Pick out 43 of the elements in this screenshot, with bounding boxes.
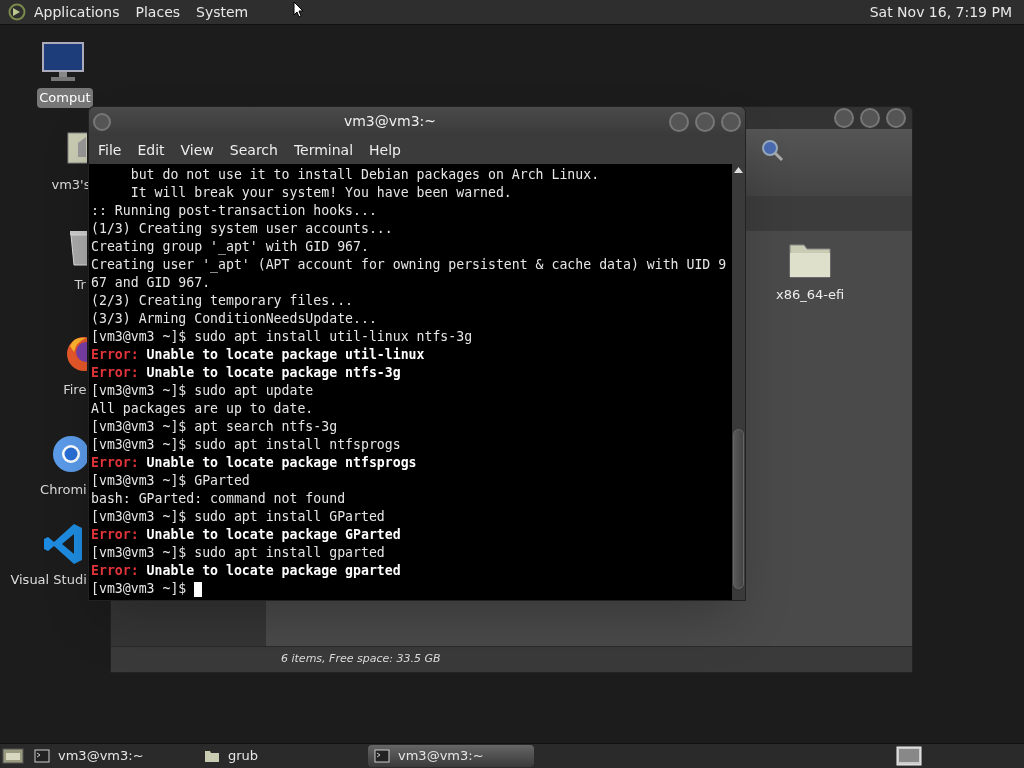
error-line: Error: Unable to locate package ntfsprogs: [91, 455, 417, 470]
menu-item[interactable]: Terminal: [286, 139, 361, 161]
window-title: vm3@vm3:~: [342, 112, 438, 131]
error-line: Error: Unable to locate package ntfs-3g: [91, 365, 401, 380]
error-line: Error: Unable to locate package util-linux: [91, 347, 425, 362]
terminal-line: [vm3@vm3 ~]$ sudo apt install util-linux ntfs-3g: [91, 329, 473, 344]
terminal-line: 67 and GID 967.: [91, 275, 211, 290]
terminal-line: [vm3@vm3 ~]$ apt search ntfs-3g: [91, 419, 338, 434]
terminal-line: It will break your system! You have been warned.: [129, 185, 512, 200]
icon-label[interactable]: Tr: [72, 275, 88, 295]
menu-item[interactable]: Help: [362, 139, 408, 161]
error-line: Error: Unable to locate package GParted: [91, 527, 401, 542]
terminal-line: [vm3@vm3 ~]$ sudo apt install ntfsprogs: [91, 437, 401, 452]
error-line: Error: Unable to locate package gparted: [91, 563, 401, 578]
menu-item[interactable]: Edit: [130, 139, 172, 161]
taskbar-button[interactable]: vm3@vm3:~: [368, 745, 534, 767]
terminal-line: [vm3@vm3 ~]$ sudo apt install GParted: [91, 509, 385, 524]
terminal-line: (2/3) Creating temporary files...: [91, 293, 353, 308]
terminal-line: [vm3@vm3 ~]$ GParted: [91, 473, 250, 488]
terminal-line: (1/3) Creating system user accounts...: [91, 221, 393, 236]
terminal-line: Creating group '_apt' with GID 967.: [91, 239, 369, 254]
terminal-line: but do not use it to install Debian packages on Arch Linux.: [129, 167, 600, 182]
terminal-line: (3/3) Arming ConditionNeedsUpdate...: [91, 311, 377, 326]
menu-item[interactable]: Applications: [34, 1, 120, 23]
terminal-line: [vm3@vm3 ~]$ sudo apt install gparted: [91, 545, 385, 560]
clock[interactable]: Sat Nov 16, 7:19 PM: [869, 1, 1016, 23]
menu-item[interactable]: System: [196, 1, 249, 23]
prompt-line: [vm3@vm3 ~]$: [91, 581, 188, 596]
icon-label[interactable]: Comput: [37, 88, 93, 108]
terminal-line: :: Running post-transaction hooks...: [91, 203, 377, 218]
terminal-line: [vm3@vm3 ~]$ sudo apt update: [91, 383, 314, 398]
terminal-line: All packages are up to date.: [91, 401, 314, 416]
menu-item[interactable]: Places: [135, 1, 181, 23]
icon-label[interactable]: Chromi: [38, 480, 89, 500]
icon-label[interactable]: Fire: [61, 380, 89, 400]
menu-item[interactable]: View: [173, 139, 221, 161]
terminal-line: bash: GParted: command not found: [91, 491, 346, 506]
menu-item[interactable]: Search: [222, 139, 285, 161]
menu-item[interactable]: File: [91, 139, 129, 161]
terminal-line: Creating user '_apt' (APT account for owning persistent & cache data) with UID 9: [91, 257, 727, 272]
status-bar-text: 6 items, Free space: 33.5 GB: [281, 651, 441, 668]
file-label[interactable]: x86_64-efi: [776, 285, 845, 305]
icon-label[interactable]: Visual Studi: [8, 570, 89, 590]
